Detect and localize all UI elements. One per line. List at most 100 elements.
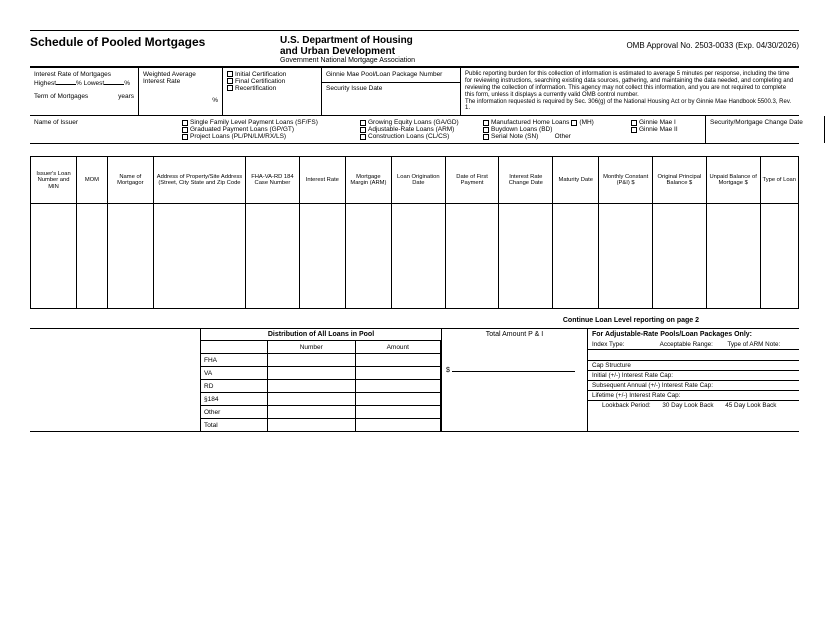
burden-statement: Public reporting burden for this collect… [465,71,795,99]
dist-h-number: Number [268,341,356,354]
security-issue-date-label: Security Issue Date [322,82,460,94]
dept-line2: and Urban Development [280,46,480,57]
cell[interactable] [391,204,445,309]
form-title: Schedule of Pooled Mortgages [30,35,280,49]
cell[interactable] [760,204,798,309]
arm-range: Acceptable Range: [660,341,728,348]
dist-cell[interactable] [268,367,356,380]
col-12: Original Principal Balance $ [653,157,707,204]
cell[interactable] [553,204,599,309]
cell[interactable] [77,204,108,309]
dist-cell[interactable] [355,393,440,406]
form-page: Schedule of Pooled Mortgages U.S. Depart… [0,0,829,640]
col-0: Issuer's Loan Number and MIN [31,157,77,204]
issuer-row: Name of Issuer Single Family Level Payme… [30,116,799,144]
cell[interactable] [445,204,499,309]
cell[interactable] [31,204,77,309]
issuer-id-label: Issuer ID Number [824,116,829,143]
burden-statement-2: The information requested is required by… [465,99,795,113]
dist-cell[interactable] [268,354,356,367]
arm-lookback: Lookback Period: [602,402,651,409]
col-5: Interest Rate [299,157,345,204]
term-label: Term of Mortgages [34,93,88,100]
lowest-label: % Lowest [76,80,104,87]
header: Schedule of Pooled Mortgages U.S. Depart… [30,31,799,66]
dist-cell[interactable] [268,393,356,406]
col-14: Type of Loan [760,157,798,204]
totpi-title: Total Amount P & I [442,329,587,340]
arm-title: For Adjustable-Rate Pools/Loan Packages … [588,329,799,340]
checkbox-final-cert[interactable] [227,78,233,84]
dist-cell[interactable] [355,367,440,380]
dist-row-rd: RD [201,380,268,393]
dist-cell[interactable] [355,354,440,367]
cell[interactable] [706,204,760,309]
dist-cell[interactable] [268,406,356,419]
lowest-field[interactable] [104,78,124,85]
cb-arm[interactable] [360,127,366,133]
cell[interactable] [499,204,553,309]
cb-gm2[interactable] [631,127,637,133]
cell[interactable] [599,204,653,309]
wai-pct: % [143,97,218,104]
cell[interactable] [653,204,707,309]
totpi-field[interactable] [452,365,575,372]
col-1: MOM [77,157,108,204]
security-change-date-label: Security/Mortgage Change Date [705,116,824,143]
checkbox-initial-cert[interactable] [227,71,233,77]
loan-table: Issuer's Loan Number and MIN MOM Name of… [30,156,799,309]
dist-row-va: VA [201,367,268,380]
arm-initial: Initial (+/-) Interest Rate Cap: [588,371,799,381]
arm-lb30: 30 Day Look Back [662,402,713,409]
cell[interactable] [345,204,391,309]
cb-bd[interactable] [483,127,489,133]
arm-note-type: Type of ARM Note: [727,341,795,348]
cb-ge[interactable] [360,120,366,126]
dept-line1: U.S. Department of Housing [280,35,480,46]
cb-mh[interactable] [483,120,489,126]
dist-title: Distribution of All Loans in Pool [201,329,441,340]
arm-index: Index Type: [592,341,660,348]
col-8: Date of First Payment [445,157,499,204]
cb-cl[interactable] [360,134,366,140]
checkbox-recert[interactable] [227,85,233,91]
dist-cell[interactable] [268,380,356,393]
wai-label: Weighted Average Interest Rate [143,71,218,85]
cell[interactable] [153,204,245,309]
arm-subsequent: Subsequent Annual (+/-) Interest Rate Ca… [588,381,799,391]
cb-pl[interactable] [182,134,188,140]
cb-sn[interactable] [483,134,489,140]
dist-cell[interactable] [355,406,440,419]
dist-row-other: Other [201,406,268,419]
col-2: Name of Mortgagor [107,157,153,204]
highest-field[interactable] [56,78,76,85]
arm-lifetime: Lifetime (+/-) Interest Rate Cap: [588,391,799,401]
cb-gp[interactable] [182,127,188,133]
pool-number-label: Ginnie Mae Pool/Loan Package Number [326,71,456,78]
continue-notice: Continue Loan Level reporting on page 2 [30,317,799,324]
dept-sub: Government National Mortgage Association [280,57,480,64]
cb-mh2[interactable] [571,120,577,126]
cell[interactable] [246,204,300,309]
dist-row-fha: FHA [201,354,268,367]
cb-sf[interactable] [182,120,188,126]
col-9: Interest Rate Change Date [499,157,553,204]
cell[interactable] [107,204,153,309]
cell[interactable] [299,204,345,309]
bottom-block: Distribution of All Loans in Pool Number… [30,328,799,431]
loan-table-body-row [31,204,799,309]
dist-cell[interactable] [268,419,356,432]
col-7: Loan Origination Date [391,157,445,204]
arm-cap: Cap Structure [588,361,799,371]
omb-number: OMB Approval No. 2503-0033 (Exp. 04/30/2… [626,41,799,50]
col-3: Address of Property/Site Address (Street… [153,157,245,204]
loan-table-header-row: Issuer's Loan Number and MIN MOM Name of… [31,157,799,204]
dist-row-total: Total [201,419,268,432]
highest-label: Highest [34,80,56,87]
cb-gm1[interactable] [631,120,637,126]
dist-h-amount: Amount [355,341,440,354]
dist-row-184: §184 [201,393,268,406]
dist-cell[interactable] [355,380,440,393]
dist-cell[interactable] [355,419,440,432]
col-4: FHA-VA-RD 184 Case Number [246,157,300,204]
